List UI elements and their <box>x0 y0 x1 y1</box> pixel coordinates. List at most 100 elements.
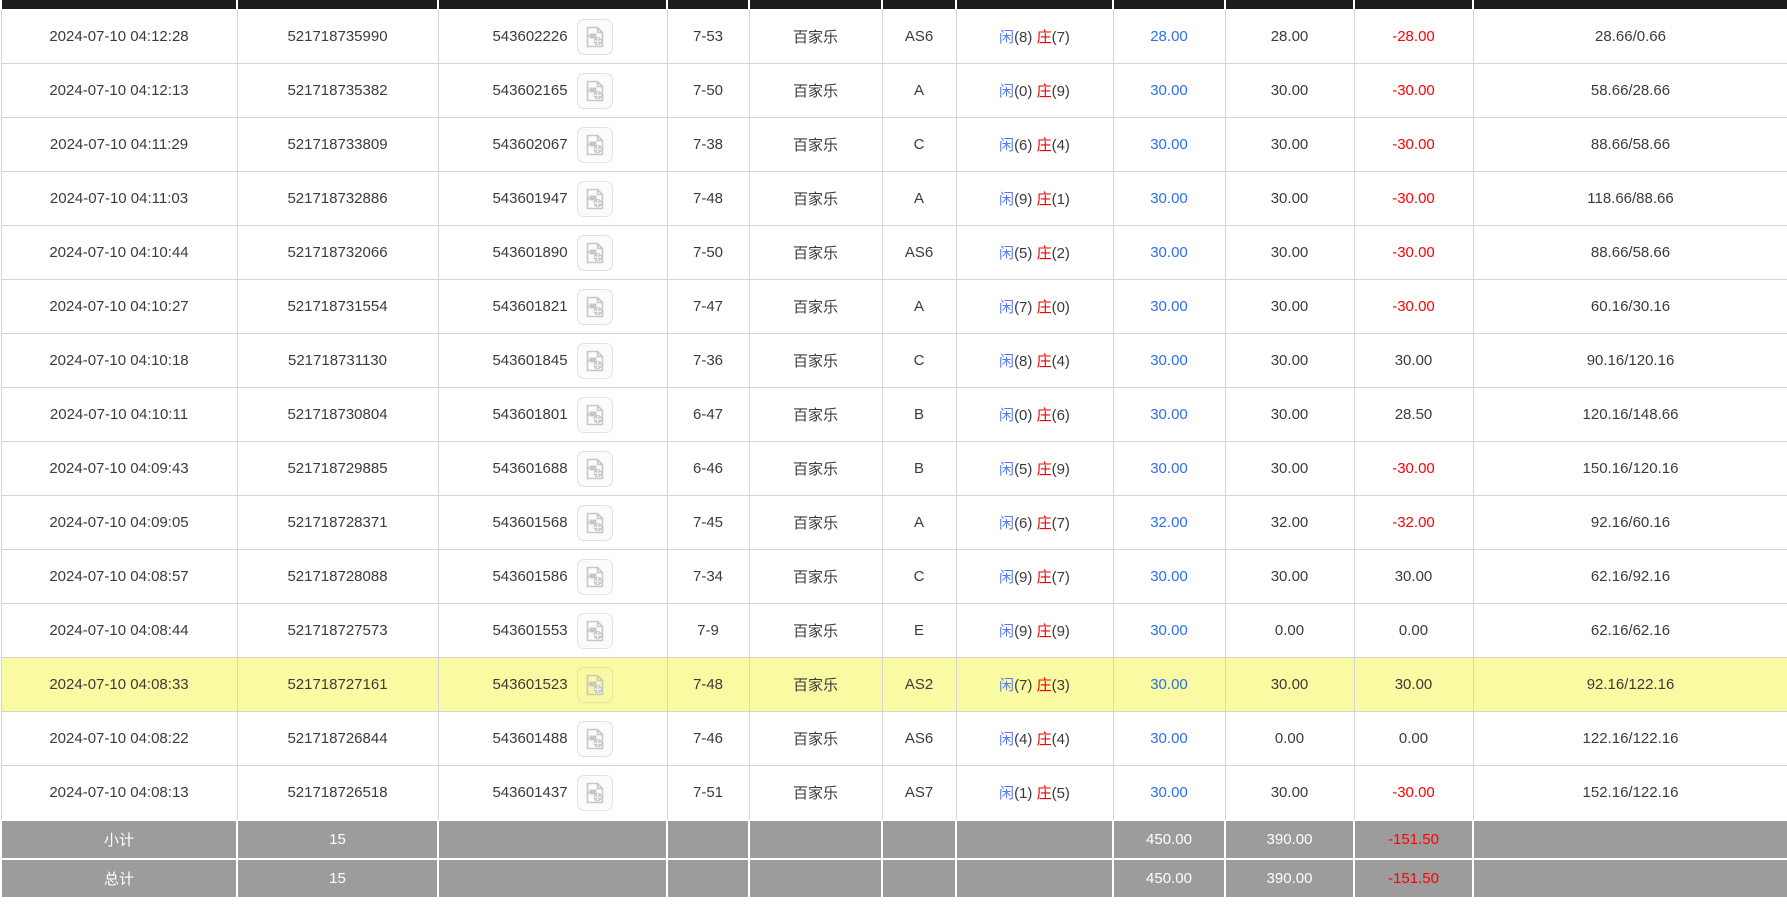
game-type-cell: 百家乐 <box>749 10 882 64</box>
result-cell: 闲(6) 庄(4) <box>956 118 1113 172</box>
bet-record-row[interactable]: 2024-07-10 04:12:28 521718735990 5436022… <box>1 10 1787 64</box>
bet-id-cell: 521718727161 <box>237 658 438 712</box>
video-replay-button[interactable] <box>577 397 613 433</box>
bet-record-row[interactable]: 2024-07-10 04:10:18 521718731130 5436018… <box>1 334 1787 388</box>
bet-record-row[interactable]: 2024-07-10 04:10:11 521718730804 5436018… <box>1 388 1787 442</box>
video-replay-button[interactable] <box>577 721 613 757</box>
bet-id: 521718727573 <box>287 622 387 639</box>
round-cell: 6-46 <box>667 442 749 496</box>
total-label: 总计 <box>104 871 134 888</box>
video-file-icon <box>583 673 607 697</box>
total-valid-cell: 390.00 <box>1225 859 1354 898</box>
banker-score: (9) <box>1052 83 1070 100</box>
header-sliver-cell <box>956 0 1113 10</box>
video-replay-button[interactable] <box>577 613 613 649</box>
subtotal-count-cell: 15 <box>237 820 438 859</box>
video-replay-button[interactable] <box>577 559 613 595</box>
winloss-amount: 30.00 <box>1395 568 1433 585</box>
banker-score: (7) <box>1052 29 1070 46</box>
valid-amount-cell: 30.00 <box>1225 550 1354 604</box>
game-type: 百家乐 <box>793 677 838 694</box>
video-replay-button[interactable] <box>577 505 613 541</box>
game-id-cell: 543601523 <box>438 658 667 712</box>
balance: 60.16/30.16 <box>1591 298 1670 315</box>
result-cell: 闲(9) 庄(7) <box>956 550 1113 604</box>
valid-amount-cell: 30.00 <box>1225 442 1354 496</box>
table-code-cell: C <box>882 334 956 388</box>
valid-amount: 32.00 <box>1271 514 1309 531</box>
player-label: 闲 <box>999 731 1014 748</box>
game-id: 543602067 <box>492 136 567 153</box>
balance: 28.66/0.66 <box>1595 28 1666 45</box>
winloss-amount: 30.00 <box>1395 352 1433 369</box>
video-replay-button[interactable] <box>577 127 613 163</box>
player-score: (4) <box>1014 731 1032 748</box>
bet-record-row[interactable]: 2024-07-10 04:11:29 521718733809 5436020… <box>1 118 1787 172</box>
bet-record-row[interactable]: 2024-07-10 04:09:43 521718729885 5436016… <box>1 442 1787 496</box>
game-type: 百家乐 <box>793 137 838 154</box>
winloss-cell: -30.00 <box>1354 226 1473 280</box>
player-score: (9) <box>1014 623 1032 640</box>
game-type: 百家乐 <box>793 785 838 802</box>
bet-record-row[interactable]: 2024-07-10 04:08:22 521718726844 5436014… <box>1 712 1787 766</box>
balance: 120.16/148.66 <box>1583 406 1679 423</box>
video-replay-button[interactable] <box>577 343 613 379</box>
bet-record-row[interactable]: 2024-07-10 04:10:27 521718731554 5436018… <box>1 280 1787 334</box>
banker-score: (2) <box>1052 245 1070 262</box>
bet-time-cell: 2024-07-10 04:11:03 <box>1 172 237 226</box>
bet-record-row[interactable]: 2024-07-10 04:08:33 521718727161 5436015… <box>1 658 1787 712</box>
valid-amount-cell: 30.00 <box>1225 172 1354 226</box>
video-replay-button[interactable] <box>577 19 613 55</box>
round-number: 7-50 <box>693 82 723 99</box>
winloss-cell: 0.00 <box>1354 712 1473 766</box>
video-replay-button[interactable] <box>577 235 613 271</box>
table-code: AS6 <box>905 244 933 261</box>
video-replay-button[interactable] <box>577 667 613 703</box>
result-cell: 闲(7) 庄(3) <box>956 658 1113 712</box>
player-label: 闲 <box>999 407 1014 424</box>
bet-id-cell: 521718731554 <box>237 280 438 334</box>
balance: 90.16/120.16 <box>1587 352 1675 369</box>
player-label: 闲 <box>999 623 1014 640</box>
header-sliver-cell <box>1354 0 1473 10</box>
table-code: C <box>914 352 925 369</box>
bet-record-row[interactable]: 2024-07-10 04:08:13 521718726518 5436014… <box>1 766 1787 821</box>
video-replay-button[interactable] <box>577 73 613 109</box>
bet-record-row[interactable]: 2024-07-10 04:11:03 521718732886 5436019… <box>1 172 1787 226</box>
bet-amount: 30.00 <box>1150 82 1188 99</box>
bet-record-row[interactable]: 2024-07-10 04:09:05 521718728371 5436015… <box>1 496 1787 550</box>
balance: 152.16/122.16 <box>1583 784 1679 801</box>
bet-time: 2024-07-10 04:10:11 <box>50 406 188 423</box>
game-type: 百家乐 <box>793 407 838 424</box>
bet-record-row[interactable]: 2024-07-10 04:10:44 521718732066 5436018… <box>1 226 1787 280</box>
balance-cell: 88.66/58.66 <box>1473 226 1787 280</box>
bet-record-row[interactable]: 2024-07-10 04:08:44 521718727573 5436015… <box>1 604 1787 658</box>
bet-record-row[interactable]: 2024-07-10 04:12:13 521718735382 5436021… <box>1 64 1787 118</box>
banker-label: 庄 <box>1037 137 1052 154</box>
bet-id: 521718735382 <box>287 82 387 99</box>
bet-amount: 30.00 <box>1150 622 1188 639</box>
round-cell: 7-46 <box>667 712 749 766</box>
video-replay-button[interactable] <box>577 181 613 217</box>
winloss-amount: 0.00 <box>1399 730 1428 747</box>
winloss-cell: -30.00 <box>1354 118 1473 172</box>
player-score: (1) <box>1014 785 1032 802</box>
result-cell: 闲(6) 庄(7) <box>956 496 1113 550</box>
banker-label: 庄 <box>1037 515 1052 532</box>
player-score: (5) <box>1014 461 1032 478</box>
subtotal-label-cell: 小计 <box>1 820 237 859</box>
player-score: (5) <box>1014 245 1032 262</box>
video-replay-button[interactable] <box>577 775 613 811</box>
round-cell: 7-9 <box>667 604 749 658</box>
game-id: 543602165 <box>492 82 567 99</box>
bet-amount: 30.00 <box>1150 352 1188 369</box>
player-score: (7) <box>1014 677 1032 694</box>
winloss-cell: -32.00 <box>1354 496 1473 550</box>
total-count-cell: 15 <box>237 859 438 898</box>
table-code-cell: B <box>882 388 956 442</box>
bet-record-row[interactable]: 2024-07-10 04:08:57 521718728088 5436015… <box>1 550 1787 604</box>
player-label: 闲 <box>999 83 1014 100</box>
video-replay-button[interactable] <box>577 289 613 325</box>
video-replay-button[interactable] <box>577 451 613 487</box>
result-cell: 闲(1) 庄(5) <box>956 766 1113 821</box>
